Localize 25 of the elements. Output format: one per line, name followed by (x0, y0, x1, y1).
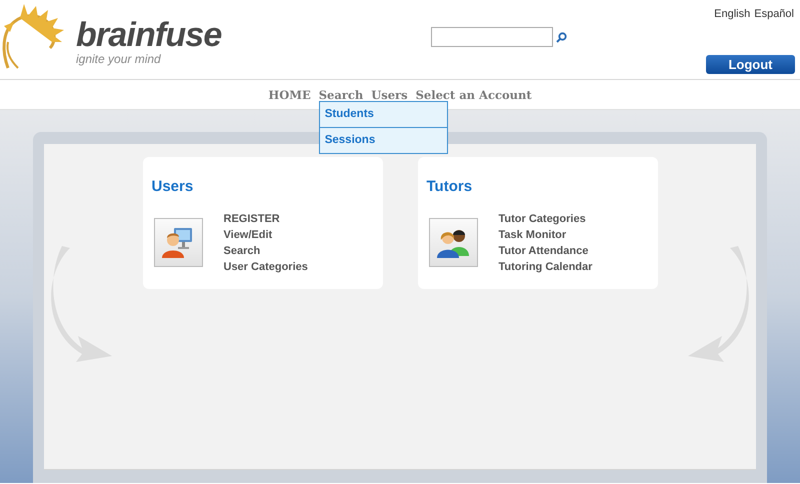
card-link[interactable]: Search (224, 242, 308, 258)
dropdown-item[interactable]: Students (318, 100, 448, 128)
nav-link[interactable]: Search (318, 88, 364, 102)
nav-link[interactable]: HOME (268, 88, 311, 102)
card-link[interactable]: View/Edit (224, 226, 308, 242)
card-title: Tutors (426, 177, 474, 197)
card-link[interactable]: User Categories (224, 258, 308, 274)
person-computer-icon[interactable] (154, 218, 202, 266)
dropdown-item[interactable]: Sessions (318, 126, 448, 154)
tagline: ignite your mind (76, 53, 162, 65)
card-title: Users (152, 177, 194, 197)
nav-link[interactable]: Users (371, 88, 408, 102)
logout-button[interactable]: Logout (706, 55, 795, 74)
card-link[interactable]: Tutor Attendance (498, 242, 592, 258)
search-field[interactable] (431, 27, 553, 47)
language-link[interactable]: English (714, 6, 750, 22)
card-link[interactable]: Tutoring Calendar (498, 258, 592, 274)
two-people-icon[interactable] (428, 218, 478, 266)
card-link[interactable]: Tutor Categories (498, 210, 592, 226)
search-icon[interactable] (556, 32, 567, 42)
brand-name: brainfuse (76, 16, 222, 54)
nav-link[interactable]: Select an Account (416, 88, 532, 102)
card-link[interactable]: Task Monitor (498, 226, 592, 242)
language-link[interactable]: Español (754, 6, 794, 22)
card-link[interactable]: REGISTER (224, 210, 308, 226)
